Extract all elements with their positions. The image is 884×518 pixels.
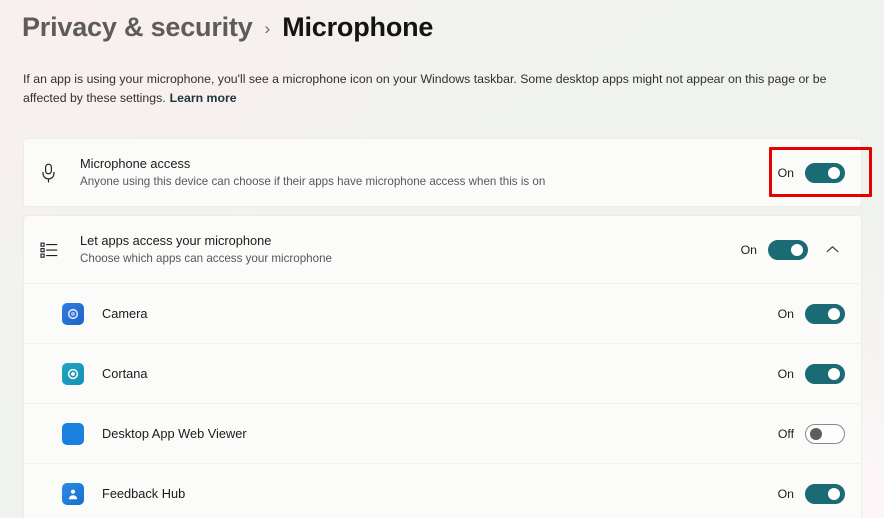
- toggle-knob: [791, 243, 803, 256]
- learn-more-link[interactable]: Learn more: [170, 91, 237, 105]
- app-state-cortana: On: [777, 366, 794, 381]
- app-toggle-camera[interactable]: [805, 303, 845, 324]
- app-control-camera: On: [774, 303, 847, 324]
- camera-app-icon: [62, 302, 96, 325]
- microphone-access-toggle[interactable]: [805, 162, 845, 183]
- app-name-desktop-app-web-viewer-wrap: Desktop App Web Viewer: [96, 425, 774, 442]
- chevron-up-icon[interactable]: [819, 237, 845, 263]
- app-state-feedback-hub: On: [777, 486, 794, 501]
- toggle-knob: [828, 487, 840, 500]
- breadcrumb-parent-link[interactable]: Privacy & security: [22, 12, 253, 43]
- app-list-icon: [40, 241, 74, 259]
- page-title: Microphone: [282, 12, 434, 42]
- app-name-cortana-wrap: Cortana: [96, 365, 774, 382]
- app-state-desktop-app-web-viewer: Off: [777, 426, 794, 441]
- app-row-feedback-hub[interactable]: Feedback Hub On: [24, 463, 861, 518]
- let-apps-access-control: On: [737, 237, 847, 263]
- app-name-camera-wrap: Camera: [96, 305, 774, 322]
- breadcrumb: Privacy & security › Microphone: [22, 12, 433, 43]
- microphone-access-control: On: [774, 162, 847, 183]
- let-apps-access-text: Let apps access your microphone Choose w…: [74, 232, 737, 267]
- let-apps-access-card: Let apps access your microphone Choose w…: [23, 215, 862, 518]
- app-control-cortana: On: [774, 363, 847, 384]
- app-name-camera: Camera: [102, 306, 148, 321]
- app-toggle-feedback-hub[interactable]: [805, 483, 845, 504]
- microphone-access-text: Microphone access Anyone using this devi…: [74, 155, 774, 190]
- toggle-knob: [828, 307, 840, 320]
- app-toggle-desktop-app-web-viewer[interactable]: [805, 423, 845, 444]
- app-name-desktop-app-web-viewer: Desktop App Web Viewer: [102, 426, 247, 441]
- app-row-cortana[interactable]: Cortana On: [24, 343, 861, 403]
- microphone-access-state-label: On: [777, 165, 794, 180]
- microphone-icon: [40, 163, 74, 183]
- page-description: If an app is using your microphone, you'…: [23, 70, 865, 108]
- microphone-access-card: Microphone access Anyone using this devi…: [23, 138, 862, 207]
- app-name-feedback-hub-wrap: Feedback Hub: [96, 485, 774, 502]
- breadcrumb-separator-icon: ›: [264, 18, 271, 38]
- let-apps-access-state-label: On: [740, 242, 757, 257]
- toggle-knob: [828, 166, 840, 179]
- microphone-access-row[interactable]: Microphone access Anyone using this devi…: [24, 139, 861, 206]
- app-control-feedback-hub: On: [774, 483, 847, 504]
- toggle-knob: [810, 427, 822, 440]
- page-description-text: If an app is using your microphone, you'…: [23, 72, 827, 105]
- app-row-desktop-app-web-viewer[interactable]: Desktop App Web Viewer Off: [24, 403, 861, 463]
- microphone-access-subtitle: Anyone using this device can choose if t…: [80, 175, 546, 188]
- let-apps-access-subtitle: Choose which apps can access your microp…: [80, 252, 332, 265]
- settings-cards: Microphone access Anyone using this devi…: [23, 138, 862, 518]
- microphone-access-title: Microphone access: [80, 156, 191, 171]
- app-name-cortana: Cortana: [102, 366, 148, 381]
- app-row-camera[interactable]: Camera On: [24, 283, 861, 343]
- let-apps-access-row[interactable]: Let apps access your microphone Choose w…: [24, 216, 861, 283]
- let-apps-access-title: Let apps access your microphone: [80, 233, 272, 248]
- app-state-camera: On: [777, 306, 794, 321]
- let-apps-access-toggle[interactable]: [768, 239, 808, 260]
- app-control-desktop-app-web-viewer: Off: [774, 423, 847, 444]
- privacy-microphone-settings-page: Privacy & security › Microphone If an ap…: [0, 0, 884, 518]
- desktop-app-web-viewer-icon: [62, 422, 96, 445]
- app-name-feedback-hub: Feedback Hub: [102, 486, 186, 501]
- feedback-hub-app-icon: [62, 482, 96, 505]
- cortana-app-icon: [62, 362, 96, 385]
- toggle-knob: [828, 367, 840, 380]
- app-toggle-cortana[interactable]: [805, 363, 845, 384]
